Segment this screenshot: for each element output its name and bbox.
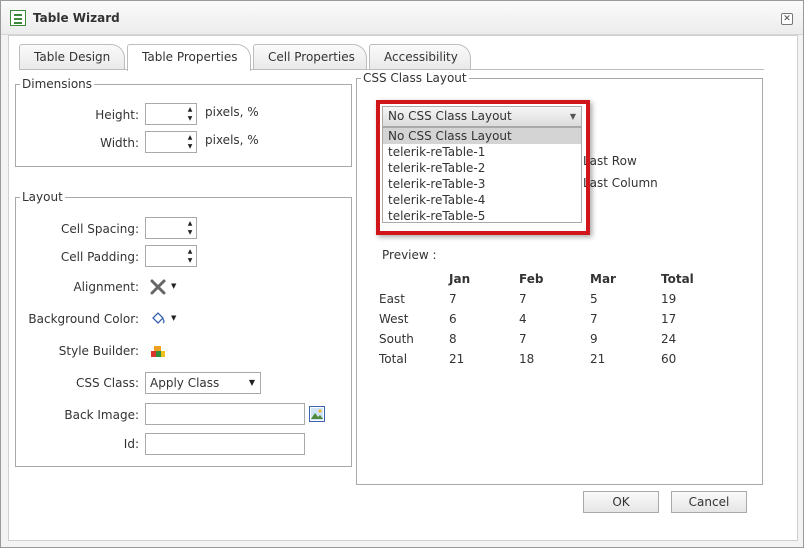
last-row-option[interactable]: Last Row: [583, 154, 637, 168]
spin-arrows-icon[interactable]: ▲ ▼: [185, 219, 195, 237]
background-color-picker[interactable]: ▼: [149, 310, 179, 328]
dropdown-option[interactable]: No CSS Class Layout: [383, 128, 581, 144]
table-cell: 5: [590, 292, 598, 306]
preview-table: Jan Feb Mar Total East 7 7 5 19 West 6 4…: [379, 269, 721, 369]
css-class-layout-select[interactable]: No CSS Class Layout ▼: [382, 106, 582, 127]
table-cell: 4: [519, 312, 527, 326]
paint-bucket-icon: [152, 312, 165, 324]
table-icon: [10, 10, 26, 26]
height-unit: pixels, %: [205, 105, 259, 119]
table-row: Total 21 18 21 60: [379, 349, 721, 369]
css-class-label: CSS Class:: [75, 376, 139, 390]
tab-table-design[interactable]: Table Design: [19, 44, 125, 70]
cell-spacing-label: Cell Spacing:: [60, 222, 139, 236]
dimensions-legend: Dimensions: [22, 77, 93, 91]
chevron-down-icon[interactable]: ▼: [171, 314, 176, 322]
style-builder-button[interactable]: [149, 342, 167, 360]
width-stepper[interactable]: ▲ ▼: [145, 131, 197, 153]
width-unit: pixels, %: [205, 133, 259, 147]
css-class-layout-selected: No CSS Class Layout: [388, 109, 512, 123]
column-header: Mar: [590, 272, 616, 286]
width-label: Width:: [100, 136, 139, 150]
dropdown-option[interactable]: telerik-reTable-2: [383, 160, 581, 176]
css-class-layout-legend: CSS Class Layout: [363, 71, 467, 85]
tab-cell-properties[interactable]: Cell Properties: [253, 44, 367, 70]
column-header: [379, 269, 449, 289]
column-header: Feb: [519, 272, 544, 286]
style-builder-icon: [151, 346, 165, 357]
table-cell: 6: [449, 312, 457, 326]
table-cell: 8: [449, 332, 457, 346]
id-label: Id:: [123, 437, 139, 451]
column-header: Jan: [449, 272, 471, 286]
background-color-label: Background Color:: [28, 312, 139, 326]
row-label: South: [379, 332, 414, 346]
height-label: Height:: [95, 108, 139, 122]
image-icon: [309, 406, 325, 422]
table-header-row: Jan Feb Mar Total: [379, 269, 721, 289]
table-cell: 7: [449, 292, 457, 306]
layout-legend: Layout: [22, 190, 63, 204]
tab-table-properties[interactable]: Table Properties: [127, 44, 251, 71]
chevron-down-icon[interactable]: ▼: [570, 107, 576, 126]
id-input[interactable]: [145, 433, 305, 455]
spin-arrows-icon[interactable]: ▲ ▼: [185, 133, 195, 151]
css-class-value: Apply Class: [150, 376, 220, 390]
chevron-down-icon[interactable]: ▼: [171, 282, 176, 290]
chevron-down-icon[interactable]: ▼: [249, 373, 255, 393]
image-manager-button[interactable]: [309, 406, 325, 422]
cell-padding-label: Cell Padding:: [60, 250, 139, 264]
css-class-layout-dropdown-list: No CSS Class Layout telerik-reTable-1 te…: [382, 127, 582, 223]
dropdown-option[interactable]: telerik-reTable-5: [383, 208, 581, 224]
table-cell: 60: [661, 352, 677, 366]
style-builder-label: Style Builder:: [58, 344, 139, 358]
row-label: West: [379, 312, 409, 326]
table-cell: 7: [519, 292, 527, 306]
title-bar: Table Wizard ✕: [1, 1, 803, 35]
dialog-title: Table Wizard: [33, 11, 120, 25]
cell-padding-stepper[interactable]: ▲ ▼: [145, 245, 197, 267]
tab-accessibility[interactable]: Accessibility: [369, 44, 471, 70]
back-image-input[interactable]: [145, 403, 305, 425]
dropdown-option[interactable]: telerik-reTable-3: [383, 176, 581, 192]
alignment-label: Alignment:: [73, 280, 139, 294]
dropdown-option[interactable]: telerik-reTable-1: [383, 144, 581, 160]
css-class-select[interactable]: Apply Class ▼: [145, 372, 261, 394]
close-icon[interactable]: ✕: [781, 13, 793, 25]
table-row: West 6 4 7 17: [379, 309, 721, 329]
table-row: East 7 7 5 19: [379, 289, 721, 309]
cell-spacing-stepper[interactable]: ▲ ▼: [145, 217, 197, 239]
spin-arrows-icon[interactable]: ▲ ▼: [185, 247, 195, 265]
ok-button[interactable]: OK: [583, 491, 659, 513]
alignment-icon: [150, 279, 166, 295]
table-cell: 24: [661, 332, 677, 346]
table-cell: 19: [661, 292, 677, 306]
back-image-label: Back Image:: [64, 408, 139, 422]
table-cell: 17: [661, 312, 677, 326]
table-cell: 7: [590, 312, 598, 326]
height-stepper[interactable]: ▲ ▼: [145, 103, 197, 125]
last-column-option[interactable]: Last Column: [583, 176, 658, 190]
table-cell: 21: [449, 352, 465, 366]
column-header: Total: [661, 272, 694, 286]
spin-arrows-icon[interactable]: ▲ ▼: [185, 105, 195, 123]
cancel-button[interactable]: Cancel: [671, 491, 747, 513]
row-label: East: [379, 292, 405, 306]
table-cell: 7: [519, 332, 527, 346]
dropdown-option[interactable]: telerik-reTable-4: [383, 192, 581, 208]
table-wizard-dialog: Table Wizard ✕ Table Design Table Proper…: [0, 0, 804, 548]
table-cell: 18: [519, 352, 535, 366]
table-cell: 9: [590, 332, 598, 346]
alignment-picker[interactable]: ▼: [149, 278, 179, 296]
table-row: South 8 7 9 24: [379, 329, 721, 349]
table-cell: 21: [590, 352, 606, 366]
row-label: Total: [379, 352, 408, 366]
preview-label: Preview :: [382, 248, 437, 262]
